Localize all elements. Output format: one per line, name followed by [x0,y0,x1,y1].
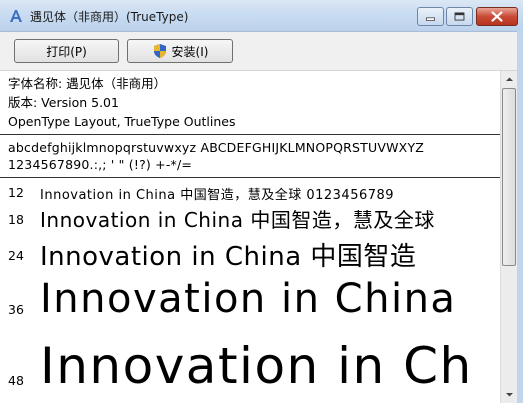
font-version-text: 版本: Version 5.01 [8,95,119,110]
sample-text: Innovation in China 中国智造，慧及全球 [40,208,435,232]
font-file-icon [10,10,22,22]
sample-text: Innovation in China 中国智造，慧及全球 0123456789 [40,188,395,203]
sample-size-label: 36 [8,302,24,317]
install-button-label: 安装(I) [171,44,209,59]
print-button-label: 打印(P) [46,44,87,59]
sample-size-label: 48 [8,373,24,388]
vertical-scrollbar[interactable] [500,71,518,403]
minimize-icon [426,17,435,21]
divider [0,177,500,178]
sample-text: Innovation in China [40,276,457,322]
charset-letters: abcdefghijklmnopqrstuvwxyz ABCDEFGHIJKLM… [8,140,425,155]
chevron-down-icon [506,393,513,397]
print-button[interactable]: 打印(P) [14,39,119,63]
font-info: 字体名称: 遇见体（非商用） 版本: Version 5.01 OpenType… [8,74,235,131]
maximize-button[interactable] [446,7,473,26]
sample-size-label: 12 [8,185,24,200]
window-title: 遇见体（非商用）(TrueType) [30,10,189,24]
font-preview-area: 字体名称: 遇见体（非商用） 版本: Version 5.01 OpenType… [0,71,500,403]
scroll-thumb[interactable] [502,88,516,266]
charset-preview: abcdefghijklmnopqrstuvwxyz ABCDEFGHIJKLM… [8,139,424,173]
minimize-button[interactable] [417,7,444,26]
window-frame [517,31,523,403]
sample-text: Innovation in China 中国智造 [40,242,417,272]
close-icon [491,11,503,22]
scroll-up-button[interactable] [501,71,518,88]
maximize-icon [454,12,465,21]
sample-text: Innovation in Ch [40,337,473,395]
toolbar: 打印(P) 安装(I) [0,32,523,71]
install-button[interactable]: 安装(I) [127,39,233,63]
font-outline-text: OpenType Layout, TrueType Outlines [8,114,236,129]
font-viewer-window: 遇见体（非商用）(TrueType) 打印(P) 安装(I) 字体名称: 遇见体… [0,0,523,403]
font-name-text: 字体名称: 遇见体（非商用） [8,76,167,91]
uac-shield-icon [153,44,166,58]
charset-symbols: 1234567890.:,; ' " (!?) +-*/= [8,157,193,172]
divider [0,134,500,135]
close-button[interactable] [476,7,518,26]
scroll-down-button[interactable] [501,386,518,403]
title-bar[interactable]: 遇见体（非商用）(TrueType) [0,0,523,32]
sample-size-label: 18 [8,212,24,227]
sample-size-label: 24 [8,248,24,263]
chevron-up-icon [506,77,513,81]
